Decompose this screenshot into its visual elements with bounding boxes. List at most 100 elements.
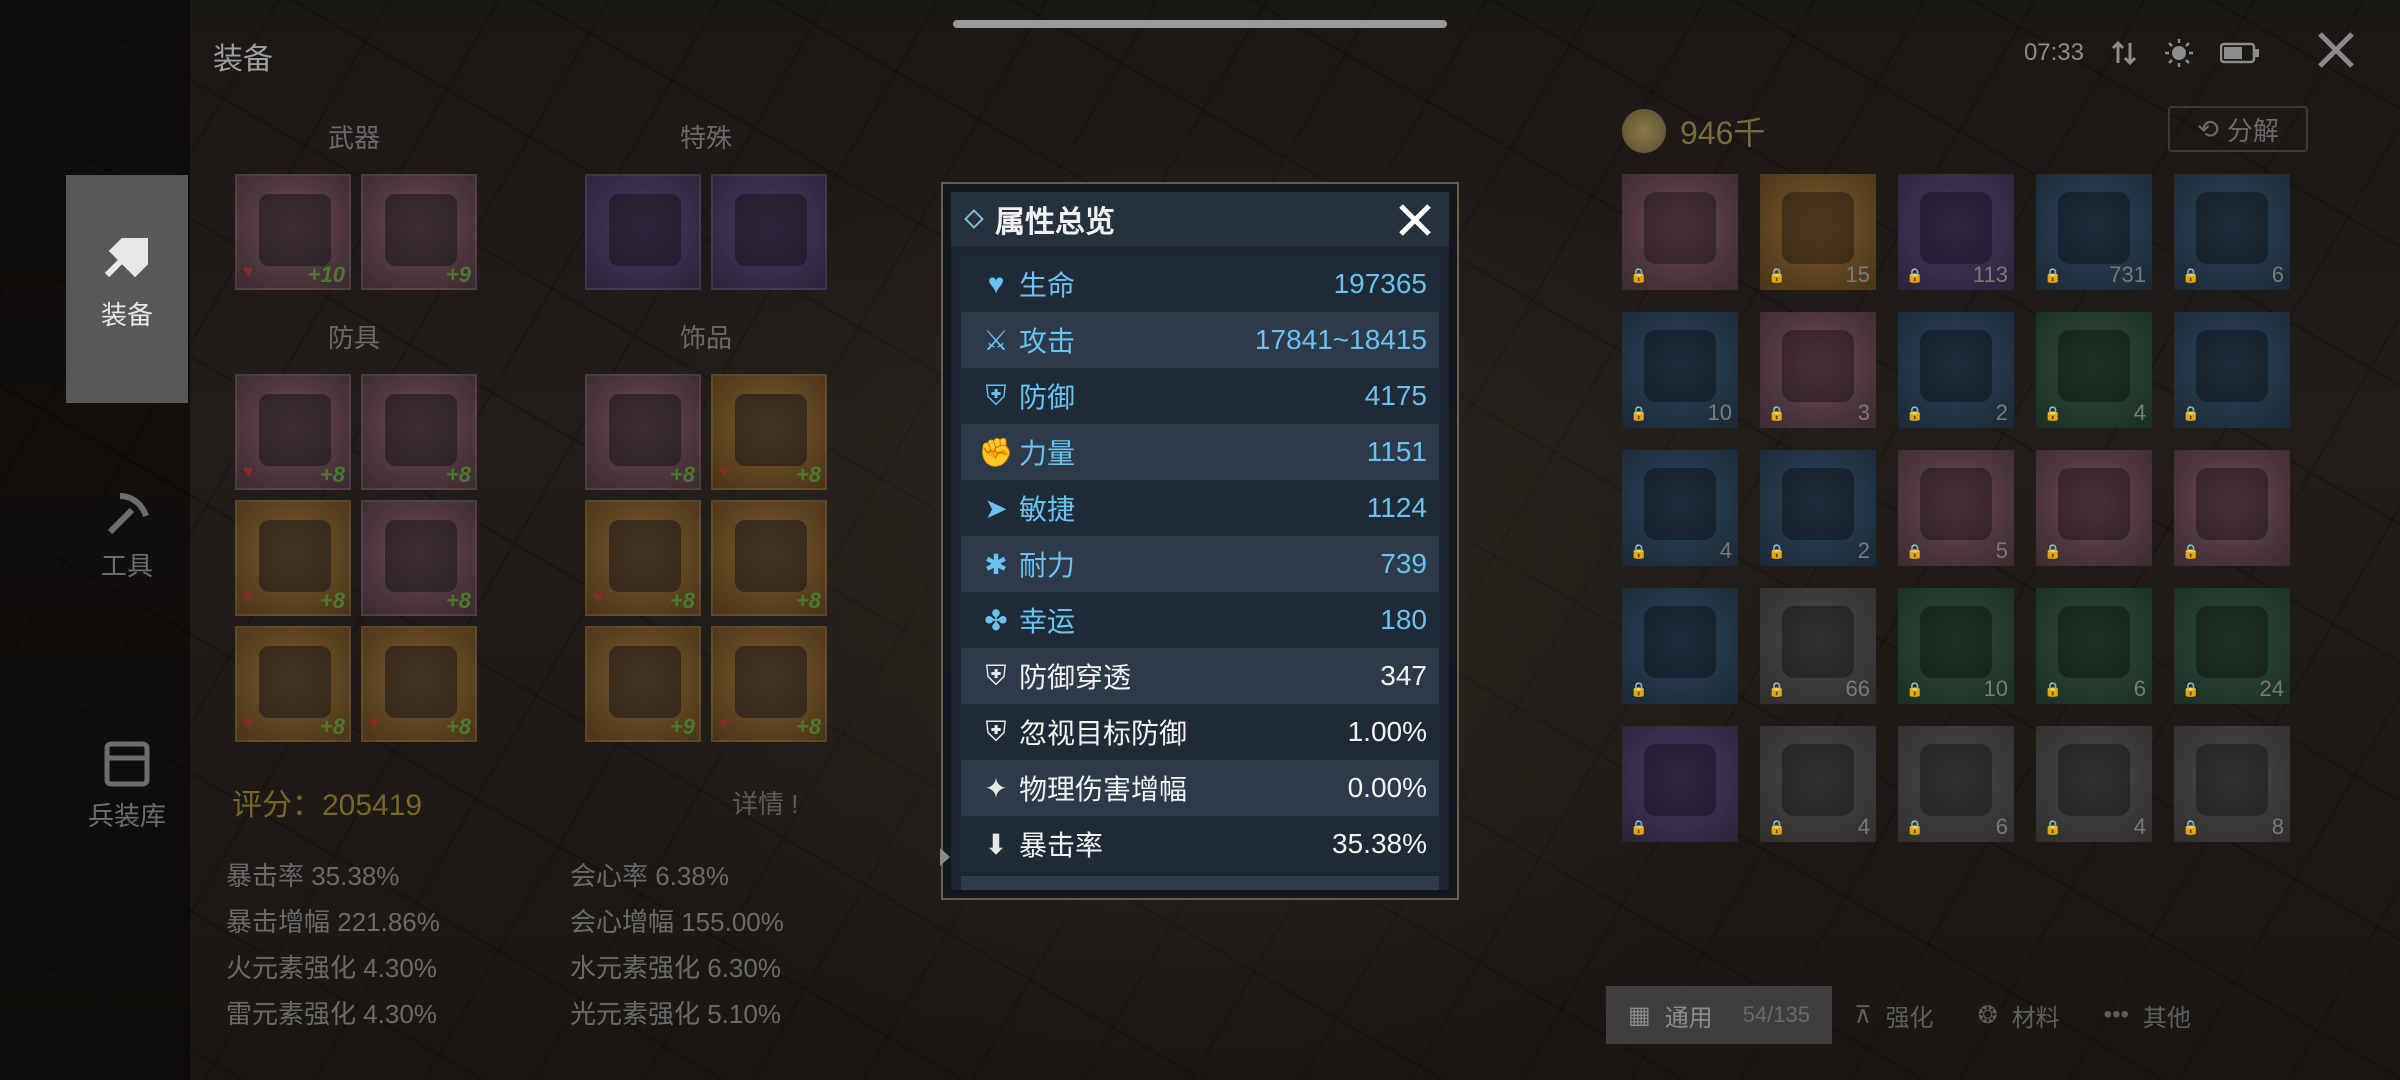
inventory-item[interactable]: 🔒: [1622, 588, 1738, 704]
tab-enhance[interactable]: ⊼ 强化: [1832, 986, 1956, 1044]
lock-icon: 🔒: [1630, 819, 1648, 835]
inventory-item[interactable]: 🔒 6: [2036, 588, 2152, 704]
attribute-row: ⚔ 攻击 17841~18415: [961, 312, 1439, 368]
pickaxe-icon: [107, 493, 149, 535]
stat-thunder: 雷元素强化 4.30%: [226, 999, 437, 1029]
home-indicator[interactable]: [953, 20, 1447, 28]
stat-crit-rate: 暴击率 35.38%: [226, 861, 400, 891]
accessory-slot[interactable]: +8: [711, 500, 827, 616]
nav-item-storage[interactable]: 兵装库: [66, 740, 188, 833]
strength-icon: ✊: [978, 436, 1014, 468]
attribute-value: 180: [1380, 604, 1427, 635]
nav-item-tools[interactable]: 工具: [66, 488, 188, 583]
coin-icon: [1622, 109, 1666, 153]
inventory-item[interactable]: 🔒: [2174, 450, 2290, 566]
inventory-item[interactable]: 🔒 5: [1898, 450, 2014, 566]
inventory-item[interactable]: 🔒: [1622, 726, 1738, 842]
enhance-level: +9: [669, 714, 695, 739]
inventory-item[interactable]: 🔒 66: [1760, 588, 1876, 704]
item-art: [1644, 192, 1716, 264]
inventory-item[interactable]: 🔒 8: [2174, 726, 2290, 842]
inventory-item[interactable]: 🔒 2: [1898, 312, 2014, 428]
armor-slot[interactable]: +8: [361, 374, 477, 490]
tab-capacity: 54/135: [1742, 1002, 1810, 1027]
inventory-item[interactable]: 🔒 10: [1622, 312, 1738, 428]
accessory-slot[interactable]: ♥ +8: [711, 374, 827, 490]
tab-other[interactable]: ••• 其他: [2082, 986, 2213, 1044]
special-slot[interactable]: [585, 174, 701, 290]
weapon-slot[interactable]: ♥ +10: [235, 174, 351, 290]
stat-light: 光元素强化 5.10%: [570, 999, 781, 1029]
lock-icon: 🔒: [2044, 681, 2062, 697]
tab-general[interactable]: ▦ 通用 54/135: [1606, 986, 1832, 1044]
inventory-item[interactable]: 🔒 113: [1898, 174, 2014, 290]
enhance-level: +9: [445, 262, 471, 287]
weapon-slot[interactable]: +9: [361, 174, 477, 290]
decompose-button[interactable]: ⟲ 分解: [2168, 106, 2308, 152]
armor-slot[interactable]: ♥ +8: [235, 626, 351, 742]
armor-slot[interactable]: ♥ +8: [235, 500, 351, 616]
accessory-art: [735, 646, 807, 718]
clover-icon: ✤: [984, 604, 1008, 636]
stat-fire: 火元素强化 4.30%: [226, 953, 437, 983]
close-icon[interactable]: [1395, 200, 1435, 240]
favorite-icon: ♥: [243, 587, 254, 607]
inventory-item[interactable]: 🔒: [2174, 312, 2290, 428]
inventory-item[interactable]: 🔒: [1622, 174, 1738, 290]
armor-slot[interactable]: ♥ +8: [361, 626, 477, 742]
item-art: [2058, 468, 2130, 540]
item-art: [1644, 468, 1716, 540]
enhance-level: +10: [307, 262, 345, 287]
inventory-item[interactable]: 🔒 10: [1898, 588, 2014, 704]
inventory-item[interactable]: 🔒 2: [1760, 450, 1876, 566]
armor-slot[interactable]: ♥ +8: [235, 374, 351, 490]
diamond-icon: [964, 209, 984, 229]
tab-label: 其他: [2142, 1004, 2191, 1032]
attribute-row: ✊ 力量 1151: [961, 424, 1439, 480]
crit-icon: ⬇: [984, 828, 1008, 860]
attribute-value: 0.00%: [1347, 772, 1427, 803]
inventory-item[interactable]: 🔒 24: [2174, 588, 2290, 704]
inventory-item[interactable]: 🔒 4: [1760, 726, 1876, 842]
inventory-item[interactable]: 🔒 3: [1760, 312, 1876, 428]
section-special: 特殊: [680, 123, 733, 153]
accessory-slot[interactable]: +9: [585, 626, 701, 742]
detail-button[interactable]: 详情 !: [732, 784, 798, 821]
inventory-item[interactable]: 🔒 4: [1622, 450, 1738, 566]
item-art: [2196, 606, 2268, 678]
grid-icon: ▦: [1628, 1001, 1651, 1029]
favorite-icon: ♥: [243, 261, 254, 281]
special-slot[interactable]: [711, 174, 827, 290]
page-title: 装备: [213, 43, 273, 76]
lock-icon: 🔒: [1768, 681, 1786, 697]
item-count: 4: [2133, 814, 2146, 839]
inventory-item[interactable]: 🔒 4: [2036, 312, 2152, 428]
tab-material[interactable]: ❂ 材料: [1956, 986, 2082, 1044]
accessory-art: [609, 520, 681, 592]
currency: 946千: [1622, 108, 1765, 154]
accessory-slot[interactable]: +8: [585, 374, 701, 490]
lock-icon: 🔒: [2182, 543, 2200, 559]
inventory-item[interactable]: 🔒 6: [2174, 174, 2290, 290]
inventory-item[interactable]: 🔒 731: [2036, 174, 2152, 290]
inventory-item[interactable]: 🔒 4: [2036, 726, 2152, 842]
armor-art: [385, 520, 457, 592]
armor-art: [385, 646, 457, 718]
enhance-level: +8: [795, 588, 821, 613]
expand-arrow-icon[interactable]: [940, 848, 950, 866]
inventory-item[interactable]: 🔒 15: [1760, 174, 1876, 290]
armor-slot[interactable]: +8: [361, 500, 477, 616]
item-count: 3: [1857, 400, 1870, 425]
attribute-value: 1151: [1366, 436, 1427, 467]
nav-item-equipment[interactable]: 装备: [66, 175, 188, 403]
item-count: 4: [1719, 538, 1732, 563]
attribute-label: 防御: [1019, 382, 1076, 413]
accessory-slot[interactable]: ♥ +8: [711, 626, 827, 742]
accessory-slot[interactable]: ♥ +8: [585, 500, 701, 616]
close-icon[interactable]: [2316, 30, 2356, 70]
inventory-item[interactable]: 🔒: [2036, 450, 2152, 566]
attribute-label: 防御穿透: [1019, 662, 1132, 693]
damage-boost-icon: ✦: [984, 772, 1008, 804]
inventory-item[interactable]: 🔒 6: [1898, 726, 2014, 842]
clock: 07:33: [2023, 39, 2084, 66]
